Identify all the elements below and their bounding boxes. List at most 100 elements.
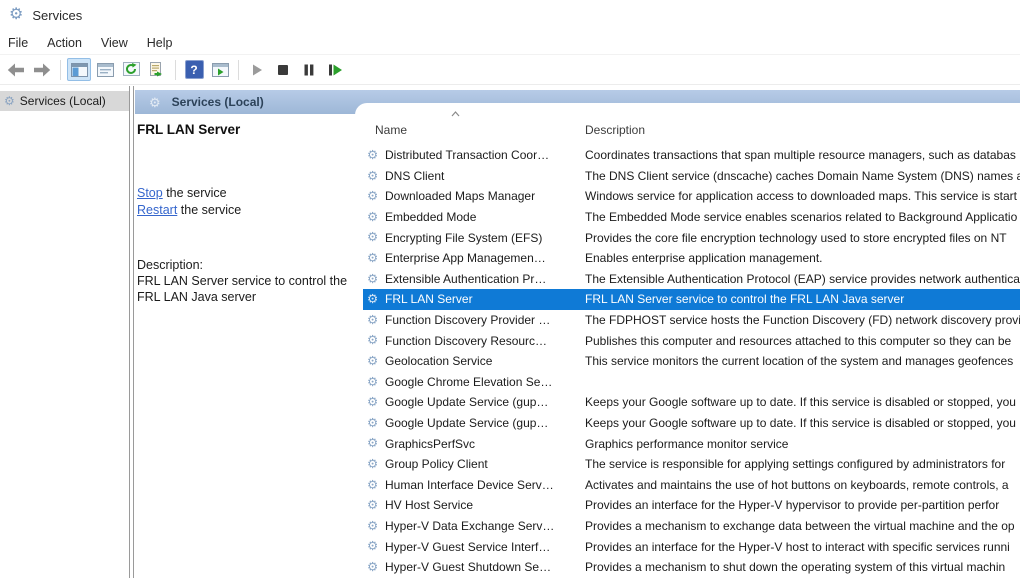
service-gear-icon: ⚙ [367,334,381,347]
service-gear-icon: ⚙ [367,479,381,492]
service-description-cell: Enables enterprise application managemen… [585,251,1020,265]
service-gear-icon: ⚙ [367,293,381,306]
service-name-cell: Google Update Service (gup… [385,395,585,409]
refresh-icon [123,62,140,77]
start-service-button[interactable] [245,58,269,81]
service-gear-icon: ⚙ [367,314,381,327]
sort-ascending-icon [451,111,460,117]
service-action-links: Stop the service Restart the service [137,185,241,218]
help-button[interactable]: ? [182,58,206,81]
forward-arrow-icon [33,63,51,77]
column-header-name[interactable]: Name [375,123,407,137]
toolbar-separator [60,60,61,80]
service-gear-icon: ⚙ [367,376,381,389]
service-row[interactable]: ⚙Geolocation ServiceThis service monitor… [363,351,1020,372]
service-gear-icon: ⚙ [367,520,381,533]
service-row[interactable]: ⚙Google Chrome Elevation Se… [363,372,1020,393]
stop-service-button[interactable] [271,58,295,81]
pause-icon [302,63,316,77]
service-row[interactable]: ⚙Downloaded Maps ManagerWindows service … [363,186,1020,207]
tree-item-services-local[interactable]: ⚙ Services (Local) [0,91,129,111]
service-description-cell: Windows service for application access t… [585,189,1020,203]
service-gear-icon: ⚙ [367,231,381,244]
back-arrow-icon [7,63,25,77]
service-row[interactable]: ⚙ Function Discovery Resourc…Publishes th… [363,330,1020,351]
export-list-icon [149,62,165,77]
service-description-cell: Provides an interface for the Hyper-V ho… [585,540,1020,554]
service-detail-panel: FRL LAN Server Stop the service Restart … [137,114,352,578]
service-row[interactable]: ⚙Hyper-V Data Exchange Serv…Provides a m… [363,516,1020,537]
service-gear-icon: ⚙ [367,540,381,553]
menu-view[interactable]: View [101,34,139,52]
pause-service-button[interactable] [297,58,321,81]
stop-icon [276,63,290,77]
service-row[interactable]: ⚙ GraphicsPerfSvcGraphics performance mon… [363,433,1020,454]
restart-service-button[interactable] [323,58,347,81]
menu-bar: File Action View Help [0,32,1020,55]
service-row[interactable]: ⚙Hyper-V Guest Shutdown Se…Provides a me… [363,557,1020,578]
service-gear-icon: ⚙ [367,437,381,450]
service-description-cell: The service is responsible for applying … [585,457,1020,471]
service-description-cell: The DNS Client service (dnscache) caches… [585,169,1020,183]
refresh-button[interactable] [119,58,143,81]
service-name-cell: Hyper-V Data Exchange Serv… [385,519,585,533]
service-row[interactable]: ⚙ Function Discovery Provider …The FDPHOS… [363,310,1020,331]
service-name-cell: Function Discovery Provider … [385,313,585,327]
service-name-cell: Group Policy Client [385,457,585,471]
stop-service-link[interactable]: Stop [137,186,163,200]
service-row[interactable]: ⚙Google Update Service (gup…Keeps your G… [363,413,1020,434]
service-row[interactable]: ⚙ FRL LAN ServerFRL LAN Server service to… [363,289,1020,310]
service-name-cell: Function Discovery Resourc… [385,334,585,348]
service-row[interactable]: ⚙Extensible Authentication Pr…The Extens… [363,269,1020,290]
menu-help[interactable]: Help [147,34,184,52]
service-name-cell: Enterprise App Managemen… [385,251,585,265]
back-button[interactable] [4,58,28,81]
window-title: Services [32,8,82,23]
service-name-cell: HV Host Service [385,498,585,512]
service-name-cell: DNS Client [385,169,585,183]
service-row[interactable]: ⚙ Google Update Service (gup…Keeps your G… [363,392,1020,413]
service-description-cell: FRL LAN Server service to control the FR… [585,292,1020,306]
stop-service-suffix: the service [163,186,227,200]
restart-icon [327,63,343,77]
toolbar-separator [238,60,239,80]
help-icon: ? [185,60,204,79]
service-row[interactable]: ⚙Human Interface Device Serv…Activates a… [363,475,1020,496]
service-gear-icon: ⚙ [367,458,381,471]
service-description-cell: Keeps your Google software up to date. I… [585,395,1020,409]
service-name-cell: Distributed Transaction Coor… [385,148,585,162]
service-row[interactable]: ⚙Encrypting File System (EFS)Provides th… [363,227,1020,248]
forward-button[interactable] [30,58,54,81]
service-row[interactable]: ⚙Distributed Transaction Coor…Coordinate… [363,145,1020,166]
service-row[interactable]: ⚙Embedded ModeThe Embedded Mode service … [363,207,1020,228]
service-gear-icon: ⚙ [367,396,381,409]
service-description-cell: The FDPHOST service hosts the Function D… [585,313,1020,327]
service-name-cell: Hyper-V Guest Shutdown Se… [385,560,585,574]
service-row[interactable]: ⚙Hyper-V Guest Service Interf…Provides a… [363,536,1020,557]
service-rows: ⚙Distributed Transaction Coor…Coordinate… [355,145,1020,578]
show-action-pane-button[interactable] [208,58,232,81]
export-list-button[interactable] [145,58,169,81]
console-tree-icon [71,63,88,77]
service-description-cell: The Embedded Mode service enables scenar… [585,210,1020,224]
menu-action[interactable]: Action [47,34,93,52]
service-gear-icon: ⚙ [367,561,381,574]
service-name-cell: FRL LAN Server [385,292,585,306]
service-row[interactable]: ⚙Enterprise App Managemen…Enables enterp… [363,248,1020,269]
service-description-cell: Provides an interface for the Hyper-V hy… [585,498,1020,512]
menu-file[interactable]: File [8,34,39,52]
service-row[interactable]: ⚙ Group Policy ClientThe service is respo… [363,454,1020,475]
service-name-cell: Human Interface Device Serv… [385,478,585,492]
service-row[interactable]: ⚙HV Host ServiceProvides an interface fo… [363,495,1020,516]
service-description-cell: Keeps your Google software up to date. I… [585,416,1020,430]
column-header-description[interactable]: Description [585,123,645,137]
properties-button[interactable] [93,58,117,81]
service-row[interactable]: ⚙DNS ClientThe DNS Client service (dnsca… [363,166,1020,187]
title-bar: ⚙ Services [0,0,1020,30]
service-description-cell: Publishes this computer and resources at… [585,334,1020,348]
restart-service-suffix: the service [177,203,241,217]
service-description-cell: Graphics performance monitor service [585,437,1020,451]
restart-service-link[interactable]: Restart [137,203,177,217]
service-name-cell: GraphicsPerfSvc [385,437,585,451]
show-console-tree-button[interactable] [67,58,91,81]
